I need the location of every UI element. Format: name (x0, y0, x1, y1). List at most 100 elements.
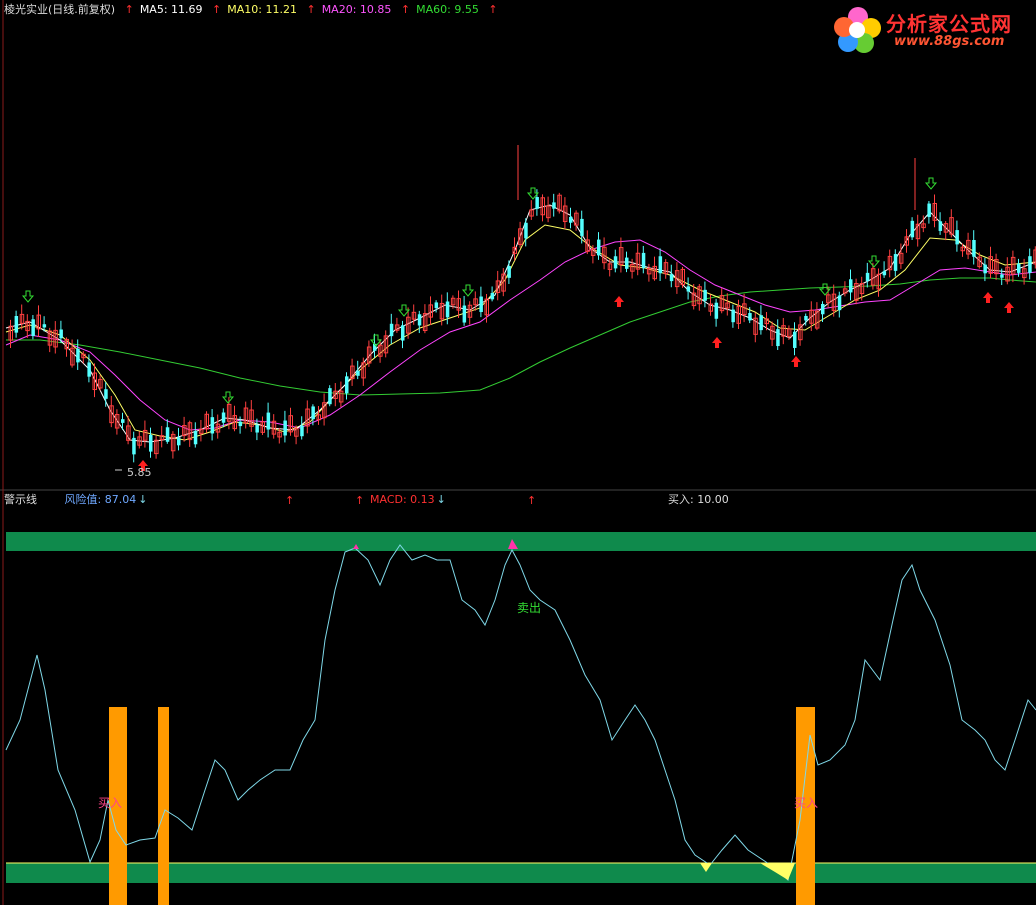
sell-arrow-icon (21, 290, 35, 303)
low-price-label: 5.85 (127, 466, 152, 479)
candle-down (87, 362, 91, 377)
indicator-title: 警示线 (4, 493, 37, 506)
candle-down (132, 437, 136, 455)
candle-down (401, 325, 405, 341)
candle-down (776, 329, 780, 347)
ma20-label: MA20: 10.85 (321, 3, 392, 16)
candle-down (283, 420, 287, 436)
stock-title: 棱光实业(日线.前复权) (4, 3, 116, 16)
candle-down (552, 202, 556, 209)
candle-down (703, 289, 707, 301)
candle-down (865, 272, 870, 281)
candle-down (31, 319, 35, 336)
candle-down (14, 315, 19, 333)
sell-arrow-icon (397, 304, 411, 317)
site-logo: 分析家公式网 www.88gs.com (830, 4, 1030, 54)
ma10-label: MA10: 11.21 (227, 3, 297, 16)
candle-down (910, 220, 915, 238)
ma60-arrow-icon: ↑ (400, 3, 411, 16)
candle-down (507, 266, 511, 278)
candle-down (149, 434, 153, 452)
candle-down (42, 324, 47, 328)
candle-down (1000, 274, 1004, 278)
ma20-arrow-icon: ↑ (306, 3, 316, 16)
candle-down (1028, 256, 1032, 273)
buy-arrow-icon (983, 292, 993, 303)
candle-down (893, 254, 898, 271)
ma60-up-icon: ↑ (488, 3, 498, 16)
sell-arrow-icon (924, 177, 938, 190)
risk-down-icon: ↓ (138, 493, 148, 506)
ma60-label: MA60: 9.55 (416, 3, 479, 16)
sell-arrow-icon (461, 284, 475, 297)
candle-down (434, 302, 439, 309)
candle-down (927, 203, 931, 218)
ma10-arrow-icon: ↑ (212, 3, 222, 16)
buy-value-label: 买入: 10.00 (668, 493, 729, 506)
logo-url: www.88gs.com (894, 34, 1005, 49)
candle-down (177, 437, 181, 446)
chart-canvas: 5.85 ↑ ↑ ↑ 卖出买入 买入 (0, 0, 1036, 905)
candle-down (165, 427, 170, 442)
sell-arrow-icon (867, 255, 881, 268)
candle-down (490, 293, 495, 300)
candle-down (104, 389, 108, 399)
buy-arrow-icon (791, 356, 801, 367)
candle-down (266, 412, 271, 430)
candle-down (76, 348, 80, 363)
buy-arrow-icon (614, 296, 624, 307)
price-chart-header: 棱光实业(日线.前复权) ↑ MA5: 11.69 ↑ MA10: 11.21 ↑ M… (4, 2, 504, 18)
sell-label: 卖出 (517, 601, 541, 615)
candle-down (193, 431, 198, 445)
candle-down (759, 315, 763, 331)
candle-down (59, 329, 63, 339)
ma60-line (6, 277, 1036, 396)
candle-down (669, 274, 674, 282)
macd-label: MACD: 0.13 (370, 493, 435, 506)
candle-down (641, 252, 646, 269)
candle-down (462, 305, 467, 323)
candle-down (837, 295, 842, 311)
candle-down (849, 279, 853, 293)
buy-arrow-icon (712, 337, 722, 348)
candle-down (714, 302, 719, 319)
buy-label: 买入 (794, 796, 818, 810)
candle-down (221, 412, 226, 423)
candle-down (328, 388, 332, 405)
ma5-arrow-icon: ↑ (124, 3, 134, 16)
candle-down (613, 256, 618, 269)
macd-up-arrow-icon: ↑ (285, 494, 294, 507)
buy-signal-bar (158, 707, 169, 905)
buy-label: 买入 (98, 796, 122, 810)
candle-down (1017, 263, 1021, 273)
candle-down (625, 257, 629, 269)
candle-down (445, 301, 450, 318)
candle-down (938, 221, 943, 231)
candle-down (658, 256, 663, 274)
candle-down (955, 230, 959, 245)
ma20-line (5, 239, 1036, 431)
candle-down (597, 239, 601, 256)
candle-down (731, 309, 735, 323)
candle-down (300, 425, 304, 437)
logo-text: 分析家公式网 (886, 12, 1012, 36)
risk-value-label: 风险值: 87.04 (64, 493, 137, 506)
macd-label-wrap: MACD: 0.13 ↓ (370, 492, 452, 508)
ma5-label: MA5: 11.69 (139, 3, 203, 16)
candle-down (389, 323, 394, 337)
buy-arrow-icon (1004, 302, 1014, 313)
candle-down (569, 216, 573, 223)
flower-logo-icon (834, 7, 881, 53)
candle-down (255, 424, 259, 433)
candle-down (821, 303, 825, 315)
candle-down (524, 222, 528, 239)
candle-down (417, 314, 422, 326)
candle-down (121, 419, 125, 423)
candle-down (793, 331, 797, 348)
candle-down (210, 417, 215, 434)
candle-down (479, 296, 483, 313)
candle-down (345, 376, 349, 394)
candle-down (311, 406, 315, 420)
candle-down (882, 271, 887, 276)
indicator-header: 警示线 风险值: 87.04 ↓ (4, 492, 153, 508)
